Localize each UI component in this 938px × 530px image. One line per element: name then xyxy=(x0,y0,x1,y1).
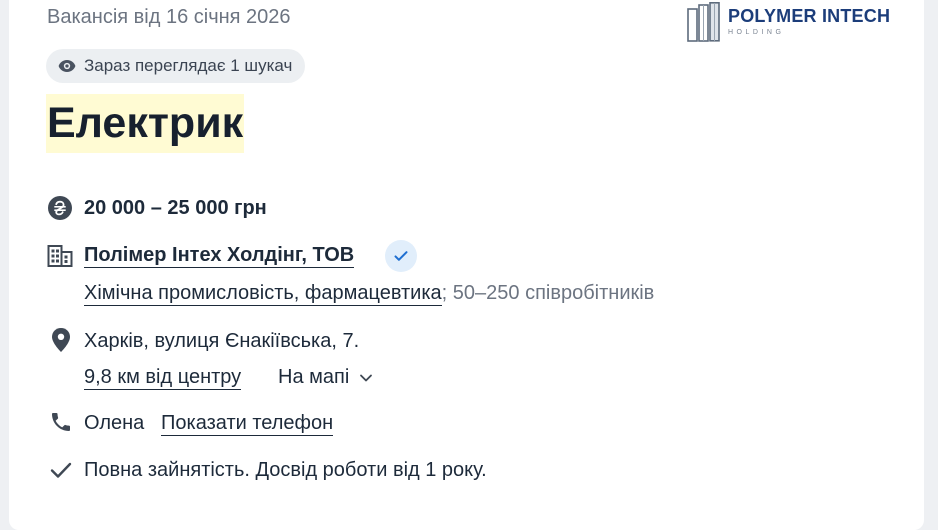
checkmark-icon xyxy=(50,462,72,478)
contact-name: Олена xyxy=(84,412,145,434)
distance-link[interactable]: 9,8 км від центру xyxy=(84,366,242,390)
address: Харків, вулиця Єнакіївська, 7. xyxy=(84,330,360,352)
company-name-container: Полімер Інтех Холдінг, ТОВ xyxy=(84,244,355,268)
logo-mark-icon xyxy=(687,2,720,42)
phone-icon xyxy=(52,413,70,431)
company-size: ; 50–250 співробітників xyxy=(441,282,655,304)
map-toggle-label: На мапі xyxy=(278,366,350,388)
viewers-badge: Зараз переглядає 1 шукач xyxy=(46,49,306,83)
chevron-down-icon xyxy=(359,374,372,382)
viewers-text: Зараз переглядає 1 шукач xyxy=(84,56,293,75)
company-industry-row: Хімічна промисловість, фармацевтика; 50–… xyxy=(84,282,655,306)
location-pin-icon xyxy=(52,328,70,352)
show-phone-container: Показати телефон xyxy=(161,412,334,436)
verified-badge[interactable] xyxy=(385,240,417,272)
job-title: Електрик xyxy=(46,94,245,153)
eye-icon xyxy=(58,60,76,72)
distance-container: 9,8 км від центру xyxy=(84,366,242,390)
employment-info: Повна зайнятість. Досвід роботи від 1 ро… xyxy=(84,459,487,481)
company-logo[interactable]: POLYMER INTECH HOLDING xyxy=(686,2,896,44)
map-toggle[interactable]: На мапі xyxy=(278,366,373,389)
salary: 20 000 – 25 000 грн xyxy=(84,197,267,219)
industry-link[interactable]: Хімічна промисловість, фармацевтика xyxy=(84,282,442,306)
logo-name: POLYMER INTECH xyxy=(728,6,891,26)
show-phone-link[interactable]: Показати телефон xyxy=(161,412,334,436)
posted-date: Вакансія від 16 січня 2026 xyxy=(47,6,291,28)
logo-subtitle: HOLDING xyxy=(728,29,785,36)
building-icon xyxy=(47,245,73,267)
company-name-link[interactable]: Полімер Інтех Холдінг, ТОВ xyxy=(84,244,355,268)
verified-check-icon xyxy=(394,251,408,261)
hryvnia-icon xyxy=(48,196,72,220)
